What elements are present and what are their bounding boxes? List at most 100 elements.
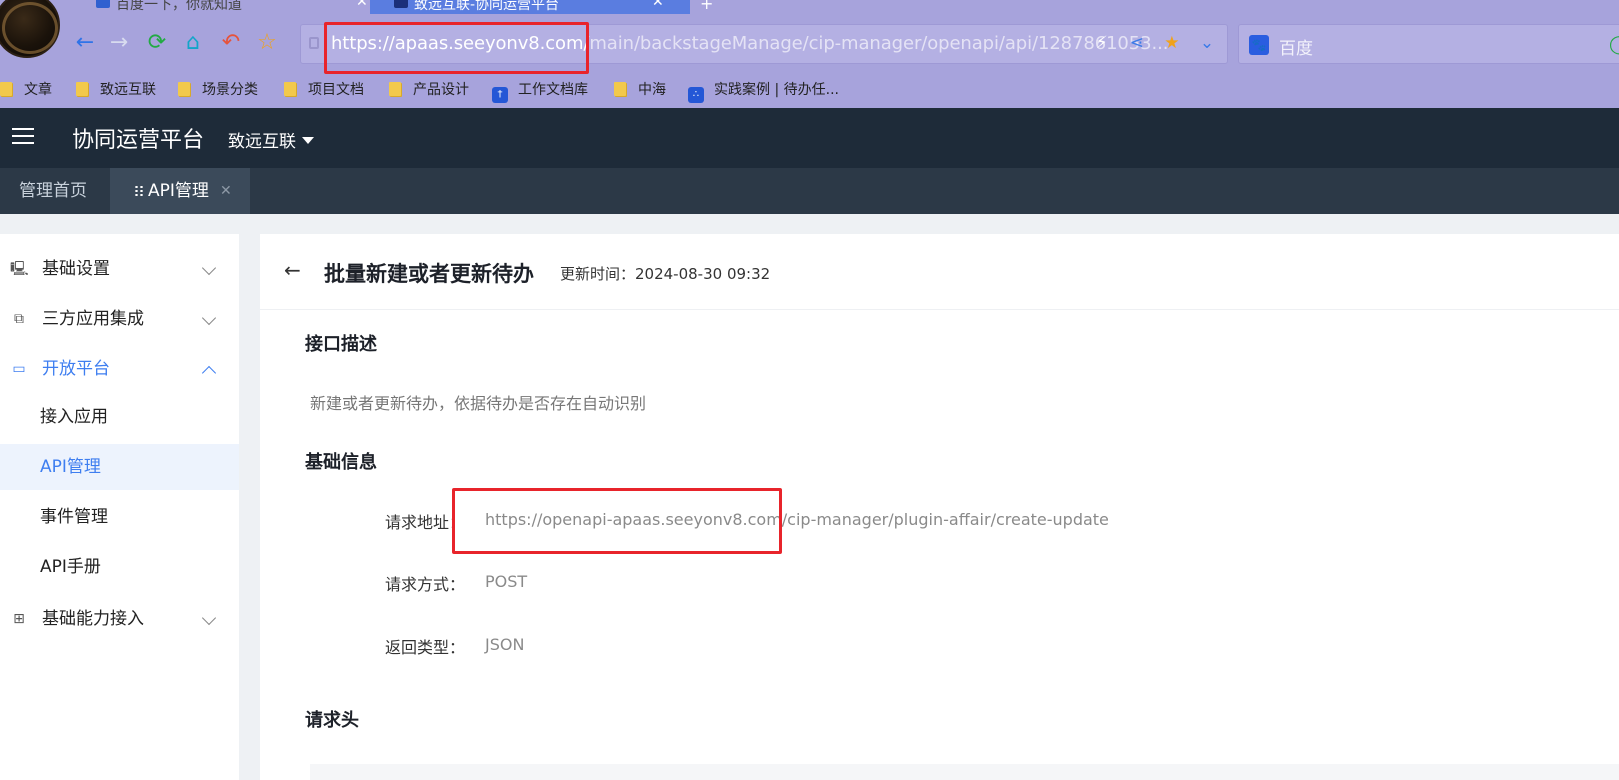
field-value-return-type: JSON [485,635,525,654]
integration-icon: ⧉ [14,311,24,327]
close-icon[interactable]: ✕ [220,168,232,214]
browser-chrome: 百度一下，你就知道 ✕ 致远互联-协同运营平台 ✕ + ← → ⟳ ⌂ ↶ ☆ … [0,0,1619,108]
sidebar-item-label: 基础能力接入 [42,609,144,629]
bookmark-item[interactable]: ∴ 实践案例 | 待办任... [688,76,839,104]
search-box[interactable]: 🐾 百度 ◯ [1238,24,1619,64]
bookmark-item[interactable]: 产品设计 [389,76,469,104]
new-tab-button[interactable]: + [700,0,713,13]
back-arrow-icon[interactable]: ← [284,258,301,282]
chevron-down-icon [201,310,217,326]
folder-icon [614,82,626,96]
sidebar-subitem-api-manual[interactable]: API手册 [0,544,239,590]
chevron-down-icon [201,610,217,626]
field-value-request-method: POST [485,572,528,591]
url-path: main/backstageManage/cip-manager/openapi… [589,33,1169,54]
org-selector[interactable]: 致远互联 [228,127,314,152]
org-selector-label: 致远互联 [228,132,296,152]
folder-icon [178,82,190,96]
document-library-icon: † [492,87,508,103]
browser-tab-label: 百度一下，你就知道 [116,0,242,13]
seeyon-favicon-icon [394,0,408,8]
browser-tab-baidu[interactable]: 百度一下，你就知道 ✕ [96,0,368,14]
sidebar-item-open-platform[interactable]: ▭ 开放平台 [0,344,239,394]
bookmarks-bar: 文章 致远互联 场景分类 项目文档 产品设计 † 工作文档库 中海 ∴ 实践案例 |… [0,76,1619,104]
undo-icon[interactable]: ↶ [218,30,244,56]
search-go-icon[interactable]: ◯ [1609,34,1619,55]
browser-tab-label: 致远互联-协同运营平台 [414,0,560,13]
caret-down-icon [302,137,314,144]
address-bar-actions: ⚡ ⋖ ★ ⌄ [1084,33,1219,57]
page-tab-label: API管理 [148,181,209,201]
page-tab-bar: 管理首页 API管理 ✕ [0,168,1619,214]
baidu-logo-icon: 🐾 [1249,35,1269,55]
back-arrow-icon[interactable]: ← [72,30,98,56]
bookmark-item[interactable]: 中海 [614,76,666,104]
chevron-down-icon [201,260,217,276]
detail-header: ← 批量新建或者更新待办 更新时间：2024-08-30 09:32 [260,234,1619,310]
bookmark-label: 项目文档 [308,82,364,98]
page-tab-api-management[interactable]: API管理 ✕ [110,168,250,214]
lightning-icon[interactable]: ⚡ [1090,33,1114,53]
bookmark-star-icon[interactable]: ★ [1160,33,1184,53]
section-title-basic-info: 基础信息 [305,452,377,473]
sidebar-item-basic-capability[interactable]: ⊞ 基础能力接入 [0,594,239,644]
baidu-favicon-icon [96,0,110,8]
chevron-down-icon[interactable]: ⌄ [1195,33,1219,53]
folder-icon [0,82,12,96]
sidebar-item-label: 三方应用集成 [42,309,144,329]
request-headers-table [310,764,1619,780]
refresh-icon[interactable]: ⟳ [144,30,170,56]
sidebar-subitem-access-app[interactable]: 接入应用 [0,394,239,440]
bookmark-label: 工作文档库 [518,82,588,98]
section-title-request-headers: 请求头 [305,710,359,731]
sidebar-item-basic-settings[interactable]: 🖳 基础设置 [0,244,239,294]
bookmark-label: 中海 [638,82,666,98]
page-tab-home[interactable]: 管理首页 [0,168,110,214]
sidebar-subitem-api-management[interactable]: API管理 [0,444,239,490]
bookmark-label: 产品设计 [413,82,469,98]
hamburger-menu-icon[interactable] [12,128,34,146]
chevron-up-icon [201,365,217,381]
browser-tabstrip: 百度一下，你就知道 ✕ 致远互联-协同运营平台 ✕ + [0,0,1619,14]
highlight-box-endpoint [452,488,782,554]
close-icon[interactable]: ✕ [356,0,368,10]
update-time: 更新时间：2024-08-30 09:32 [560,265,771,283]
settings-monitor-icon: 🖳 [10,261,29,277]
drag-grip-icon [134,185,144,197]
bookmark-item[interactable]: † 工作文档库 [492,76,588,104]
search-engine-label: 百度 [1279,39,1313,59]
folder-icon [284,82,296,96]
lock-icon [309,37,319,49]
browser-tab-seeyon[interactable]: 致远互联-协同运营平台 ✕ [370,0,690,14]
bookmark-label: 文章 [24,82,52,98]
sliders-icon: ⊞ [13,611,25,627]
field-label-request-method: 请求方式： [385,575,466,594]
close-icon[interactable]: ✕ [652,0,664,10]
section-title-description: 接口描述 [305,334,377,355]
bookmark-item[interactable]: 文章 [0,76,52,104]
app-icon: ∴ [688,87,704,103]
description-text: 新建或者更新待办，依据待办是否存在自动识别 [310,394,647,413]
highlight-box-address [324,22,589,74]
forward-arrow-icon[interactable]: → [106,30,132,56]
bookmark-item[interactable]: 项目文档 [284,76,364,104]
home-icon[interactable]: ⌂ [180,30,206,56]
bookmark-item[interactable]: 场景分类 [178,76,258,104]
sidebar-item-label: 开放平台 [42,359,110,379]
bookmark-item[interactable]: 致远互联 [76,76,156,104]
field-label-return-type: 返回类型： [385,638,466,657]
page-title: 批量新建或者更新待办 [324,262,534,286]
sidebar: 🖳 基础设置 ⧉ 三方应用集成 ▭ 开放平台 接入应用 API管理 事件管理 A… [0,234,239,780]
monitor-icon: ▭ [12,361,26,377]
share-icon[interactable]: ⋖ [1125,33,1149,53]
user-avatar[interactable] [0,0,60,58]
app-title: 协同运营平台 [72,128,205,153]
bookmark-label: 实践案例 | 待办任... [714,82,839,98]
folder-icon [389,82,401,96]
app-header: 协同运营平台 致远互联 [0,108,1619,168]
folder-icon [76,82,88,96]
bookmark-label: 场景分类 [202,82,258,98]
favorite-star-icon[interactable]: ☆ [254,30,280,56]
sidebar-item-third-party[interactable]: ⧉ 三方应用集成 [0,294,239,344]
sidebar-subitem-event-management[interactable]: 事件管理 [0,494,239,540]
